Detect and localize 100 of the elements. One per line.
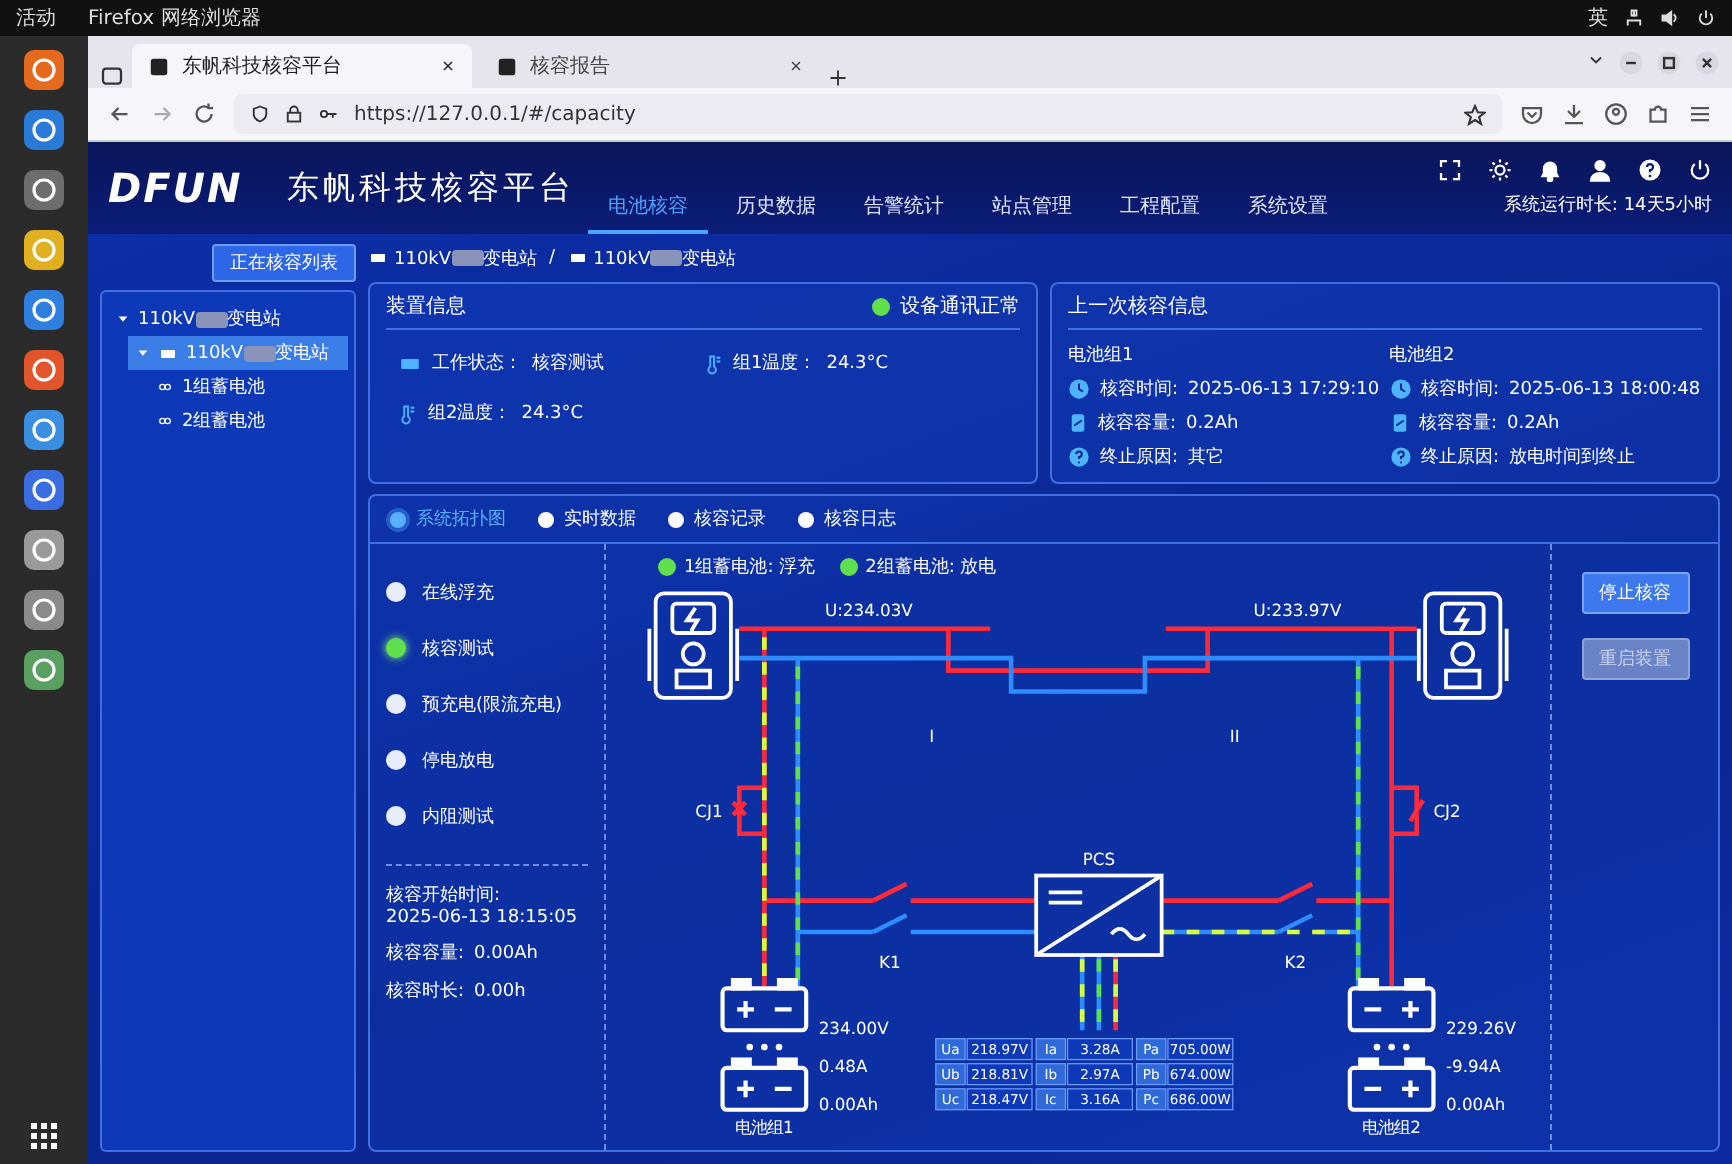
breadcrumb-link[interactable]: 110kV 变电站	[368, 245, 538, 271]
input-method-indicator[interactable]: 英	[1588, 4, 1608, 32]
nav-tab[interactable]: 站点管理	[972, 192, 1092, 234]
nav-tab[interactable]: 历史数据	[716, 192, 836, 234]
card-title: 上一次核容信息	[1068, 293, 1208, 320]
menu-icon[interactable]	[1688, 102, 1712, 126]
apps-grid-icon[interactable]	[28, 1120, 60, 1152]
device-icon	[567, 250, 588, 266]
battery-gauge-icon	[1389, 412, 1409, 434]
contactor-label: CJ2	[1433, 801, 1461, 821]
power-icon[interactable]	[1696, 8, 1716, 28]
volume-icon[interactable]	[1660, 8, 1680, 28]
extensions-icon[interactable]	[1646, 102, 1670, 126]
network-icon[interactable]	[1624, 8, 1644, 28]
action-button[interactable]: 停止核容	[1581, 572, 1689, 614]
contactor-label: CJ1	[695, 801, 723, 821]
field-label: 终止原因:	[1421, 445, 1500, 470]
app-icon[interactable]	[22, 168, 66, 212]
fullscreen-icon[interactable]	[1438, 158, 1462, 182]
back-icon[interactable]	[108, 102, 132, 126]
battery-voltage: 234.00V	[818, 1018, 889, 1039]
tab-list-icon[interactable]	[100, 64, 124, 88]
user-icon[interactable]	[1588, 158, 1612, 182]
favicon-icon	[496, 55, 518, 77]
address-bar[interactable]: https://127.0.0.1/#/capacity	[234, 94, 1502, 134]
caret-icon	[136, 346, 150, 360]
group-name: 电池组1	[1068, 343, 1136, 368]
help-icon	[1068, 446, 1090, 468]
field-value: 2025-06-13 17:29:10	[1188, 379, 1380, 399]
app-icon[interactable]	[22, 588, 66, 632]
key-icon	[318, 104, 340, 124]
mode-label: 在线浮充	[422, 581, 494, 605]
field-label: 核容时间:	[1100, 377, 1179, 402]
status-text: 设备通讯正常	[900, 293, 1020, 320]
reload-icon[interactable]	[192, 102, 216, 126]
app-icon[interactable]	[22, 648, 66, 692]
device-icon	[368, 250, 388, 266]
logo: DFUN	[108, 164, 243, 212]
nav-tab[interactable]: 系统设置	[1228, 192, 1348, 234]
tree-item[interactable]: 2组蓄电池	[148, 404, 348, 438]
nav-tab[interactable]: 告警统计	[844, 192, 964, 234]
bus-label: I	[929, 725, 935, 746]
tree-item[interactable]: 110kV 变电站	[128, 336, 348, 370]
device-icon	[398, 353, 422, 373]
app-icon[interactable]	[22, 228, 66, 272]
view-tab[interactable]: 核容记录	[668, 504, 766, 534]
app-icon[interactable]	[22, 108, 66, 152]
app-icon[interactable]	[22, 48, 66, 92]
close-icon[interactable]	[1694, 49, 1720, 75]
nav-tab[interactable]: 电池核容	[588, 192, 708, 234]
battery-capacity: 0.00Ah	[1446, 1093, 1506, 1114]
browser-tab[interactable]: 东帆科技核容平台	[132, 44, 472, 88]
app-icon[interactable]	[22, 348, 66, 392]
redaction-block	[243, 345, 276, 362]
tree-item[interactable]: 1组蓄电池	[148, 370, 348, 404]
app-icon[interactable]	[22, 288, 66, 332]
app-icon[interactable]	[22, 408, 66, 452]
breadcrumb-separator: /	[549, 248, 556, 268]
app-icon[interactable]	[22, 528, 66, 572]
browser-tab[interactable]: 核容报告	[480, 44, 820, 88]
field-value: 24.3°C	[521, 403, 584, 423]
maximize-icon[interactable]	[1656, 49, 1682, 75]
legend-label: 1组蓄电池: 浮充	[684, 555, 816, 579]
battery-voltage: 229.26V	[1446, 1018, 1516, 1039]
field-value: 放电时间到终止	[1509, 445, 1636, 470]
testing-list-button[interactable]: 正在核容列表	[212, 244, 356, 282]
converter-label: PCS	[1082, 849, 1116, 870]
redaction-block	[195, 311, 228, 328]
app-menu[interactable]: Firefox 网络浏览器	[88, 4, 261, 32]
breadcrumb-link[interactable]: 110kV 变电站	[567, 245, 737, 271]
activities-button[interactable]: 活动	[16, 4, 56, 32]
field-value: 2025-06-13 18:00:48	[1509, 379, 1701, 399]
group-name: 电池组2	[1389, 343, 1457, 368]
view-tab[interactable]: 核容日志	[798, 504, 896, 534]
download-icon[interactable]	[1562, 102, 1586, 126]
app-title: 东帆科技核容平台	[286, 167, 575, 209]
brightness-icon[interactable]	[1488, 158, 1512, 182]
star-icon[interactable]	[1464, 103, 1486, 125]
mode-label: 核容测试	[422, 637, 494, 661]
view-tab[interactable]: 实时数据	[538, 504, 636, 534]
pocket-icon[interactable]	[1520, 102, 1544, 126]
nav-tab[interactable]: 工程配置	[1100, 192, 1220, 234]
tree-item[interactable]: 110kV 变电站	[108, 302, 348, 336]
redaction-block	[650, 250, 683, 267]
bus-label: II	[1229, 725, 1240, 746]
close-icon[interactable]	[788, 58, 804, 74]
help-icon[interactable]	[1638, 158, 1662, 182]
app-icon[interactable]	[22, 468, 66, 512]
close-icon[interactable]	[440, 58, 456, 74]
bell-icon[interactable]	[1538, 158, 1562, 182]
battery-capacity: 0.00Ah	[818, 1093, 878, 1114]
runtime-text: 系统运行时长: 14天5小时	[1503, 193, 1712, 218]
minimize-icon[interactable]	[1618, 49, 1644, 75]
device-icon	[158, 345, 178, 361]
clock-icon	[1389, 378, 1411, 400]
view-tab[interactable]: 系统拓扑图	[390, 504, 506, 534]
account-icon[interactable]	[1604, 102, 1628, 126]
field-label: 工作状态：	[432, 351, 522, 376]
mode-label: 停电放电	[422, 749, 494, 773]
new-tab-icon[interactable]	[828, 68, 848, 88]
